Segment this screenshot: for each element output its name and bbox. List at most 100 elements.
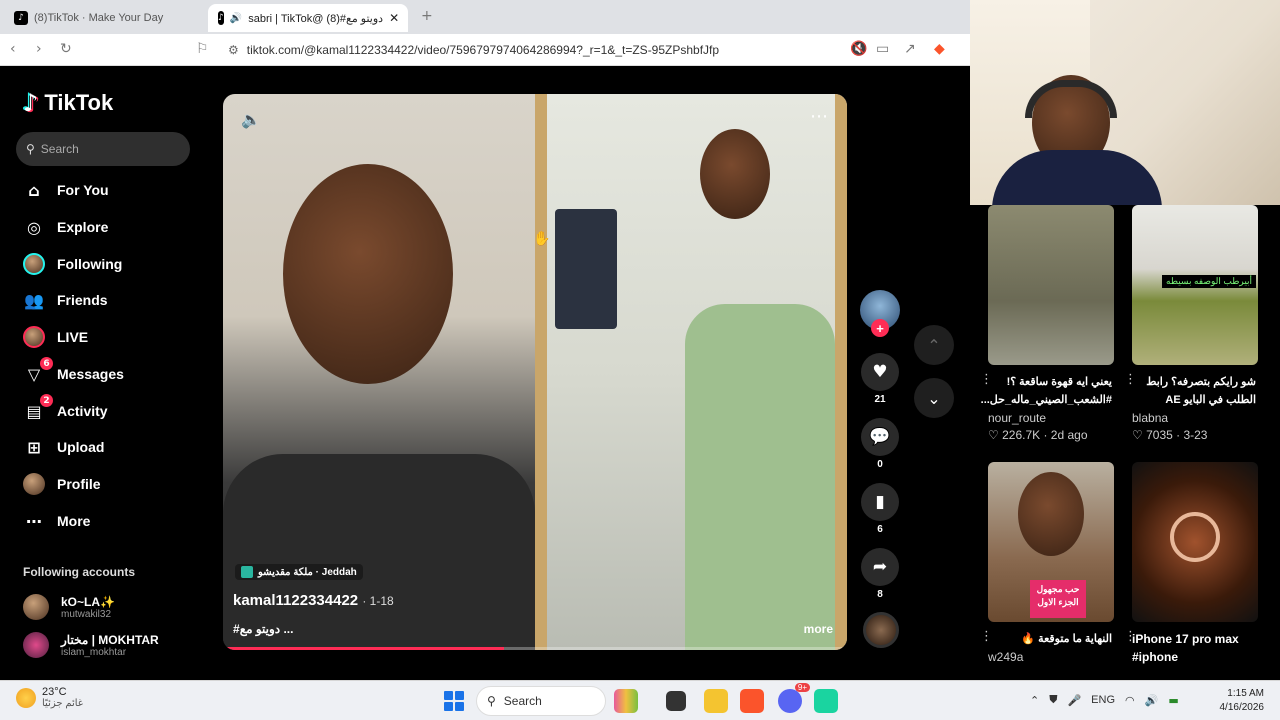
card-menu-icon[interactable]: ⋮	[1124, 372, 1137, 387]
video-right-frame	[535, 94, 847, 650]
video-card[interactable]: iPhone 17 pro max #iphone ⋮	[1124, 462, 1258, 666]
wifi-icon[interactable]: ◠	[1125, 694, 1135, 707]
video-card[interactable]: حب مجهول الجزء الاول النهاية ما متوقعة 🔥…	[980, 462, 1114, 664]
home-icon: ⌂	[28, 180, 40, 200]
tab-tiktok-home[interactable]: ♪ (8)TikTok · Make Your Day	[4, 4, 204, 32]
card-stats-text: 226.7K · 2d ago	[1002, 428, 1088, 442]
post-date: · 1-18	[362, 594, 394, 608]
card-username: nour_route	[988, 411, 1047, 425]
volume-icon[interactable]: 🔈	[241, 110, 261, 129]
nav-label: Upload	[57, 439, 105, 455]
new-tab-icon[interactable]: +	[421, 8, 433, 24]
music-disc-avatar[interactable]	[863, 612, 899, 648]
prev-video-button[interactable]: ⌃	[914, 325, 954, 365]
nav-label: Profile	[57, 476, 101, 492]
reload-icon[interactable]: ↻	[60, 41, 72, 57]
follow-plus-button[interactable]: +	[871, 319, 889, 337]
comment-button[interactable]: 💬 0	[861, 418, 899, 470]
forward-icon[interactable]: ›	[36, 41, 42, 57]
discord-icon[interactable]: 9+	[778, 683, 810, 713]
card-menu-icon[interactable]: ⋮	[980, 372, 993, 387]
nav-activity[interactable]: ▤ 2 Activity	[23, 394, 108, 422]
share-icon[interactable]: ↗	[904, 41, 916, 57]
curtain-decor	[535, 94, 547, 650]
url-text: tiktok.com/@kamal1122334422/video/759679…	[246, 43, 720, 57]
nav-friends[interactable]: 👥 Friends	[23, 289, 108, 311]
following-accounts-title: Following accounts	[23, 565, 136, 579]
windows-start-button[interactable]	[444, 691, 464, 711]
back-icon[interactable]: ‹	[10, 41, 16, 57]
weather-widget[interactable]: 23°C غائم جزئيًا	[16, 686, 83, 709]
video-progress-bar[interactable]	[223, 647, 847, 650]
card-title: النهاية ما متوقعة 🔥	[1021, 633, 1112, 645]
date: 4/16/2026	[1219, 702, 1265, 713]
search-placeholder: Search	[40, 142, 79, 156]
site-settings-icon[interactable]: ⚙	[228, 43, 239, 57]
address-bar[interactable]: ⚙ tiktok.com/@kamal1122334422/video/7596…	[222, 38, 922, 62]
save-count: 6	[877, 524, 883, 535]
comment-count: 0	[877, 459, 883, 470]
nav-profile[interactable]: Profile	[23, 473, 101, 495]
share-button[interactable]: ➦ 8	[861, 548, 899, 600]
microphone-icon[interactable]: 🎤	[1067, 694, 1081, 707]
video-options-icon[interactable]: ⋯	[810, 106, 829, 127]
card-menu-icon[interactable]: ⋮	[1124, 629, 1137, 644]
battery-icon[interactable]: ▬	[1168, 694, 1178, 707]
save-button[interactable]: ▮ 6	[861, 483, 899, 535]
compass-icon: ◎	[27, 217, 41, 237]
nav-more[interactable]: ⋯ More	[23, 510, 90, 532]
nav-for-you[interactable]: ⌂ For You	[23, 179, 108, 201]
card-menu-icon[interactable]: ⋮	[980, 629, 993, 644]
person-face	[700, 129, 770, 219]
like-button[interactable]: ♥ 21	[861, 353, 899, 405]
nav-live[interactable]: LIVE	[23, 326, 88, 348]
nav-explore[interactable]: ◎ Explore	[23, 216, 108, 238]
card-username: w249a	[988, 650, 1024, 664]
close-tab-icon[interactable]: ✕	[389, 11, 399, 25]
bookmark-icon[interactable]: ⚐	[196, 41, 209, 57]
video-caption: #دويتو مع ...	[233, 622, 294, 636]
cast-icon[interactable]: ▭	[876, 41, 889, 57]
clock[interactable]: 1:15 AM 4/16/2026	[1220, 687, 1265, 715]
mute-icon[interactable]: 🔇	[850, 41, 867, 57]
chevron-down-icon: ⌄	[927, 388, 941, 408]
video-thumbnail: أبيرطب الوصفه بسيطه	[1132, 205, 1258, 365]
video-thumbnail: حب مجهول الجزء الاول	[988, 462, 1114, 622]
speaker-box	[555, 209, 617, 329]
caption-more-link[interactable]: more	[804, 622, 833, 636]
tab-current-video[interactable]: ♪ 🔊 sabri | TikTok@ دويتو مع#(8) ✕	[208, 4, 408, 32]
video-card[interactable]: أبيرطب الوصفه بسيطه شو رايكم بتصرفه؟ راب…	[1124, 205, 1258, 442]
app-icon[interactable]	[814, 689, 838, 713]
card-title: شو رايكم بتصرفه؟ رابط الطلب في البايو AE	[1146, 376, 1256, 406]
language-indicator[interactable]: ENG	[1091, 694, 1115, 706]
tulips-widget-icon[interactable]	[614, 689, 638, 713]
video-player[interactable]: 🔈 ⋯ ✋ ملكة مقديشو · Jeddah kamal11223344…	[223, 94, 847, 650]
volume-icon[interactable]: 🔊	[1145, 694, 1159, 707]
security-icon[interactable]: ⛊	[1049, 693, 1057, 707]
location-text: ملكة مقديشو · Jeddah	[258, 566, 357, 578]
video-author[interactable]: kamal1122334422 · 1-18	[233, 592, 394, 609]
nav-messages[interactable]: ▽ 6 Messages	[23, 357, 124, 385]
brave-browser-icon[interactable]	[740, 689, 764, 713]
video-card[interactable]: يعني ايه قهوة ساقعة ؟! #الشعب_الصيني_مال…	[980, 205, 1114, 442]
curtain-decor	[835, 94, 847, 650]
location-tag[interactable]: ملكة مقديشو · Jeddah	[235, 564, 363, 580]
card-stats: ♡ 226.7K · 2d ago	[988, 428, 1114, 442]
nav-upload[interactable]: ⊞ Upload	[23, 436, 104, 458]
nav-following[interactable]: Following	[23, 253, 122, 275]
file-explorer-icon[interactable]	[704, 689, 728, 713]
brave-shield-icon[interactable]: ◆	[934, 41, 945, 57]
nav-label: LIVE	[57, 329, 89, 345]
following-account-item[interactable]: kO~LA✨ mutwakil32	[23, 594, 115, 620]
taskbar-search[interactable]: ⚲ Search	[476, 686, 606, 716]
search-input[interactable]: ⚲ Search	[16, 132, 190, 166]
card-stats: ♡ 7035 · 3-23	[1132, 428, 1258, 442]
chevron-up-icon[interactable]: ⌃	[1030, 694, 1039, 707]
task-view-icon[interactable]	[666, 691, 686, 711]
next-video-button[interactable]: ⌄	[914, 378, 954, 418]
account-name: مختار | MOKHTAR	[61, 632, 159, 647]
card-username: blabna	[1132, 411, 1169, 425]
following-account-item[interactable]: مختار | MOKHTAR islam_mokhtar	[23, 632, 159, 658]
webcam-overlay	[970, 0, 1280, 205]
tiktok-logo[interactable]: ♪ TikTok	[23, 89, 113, 117]
